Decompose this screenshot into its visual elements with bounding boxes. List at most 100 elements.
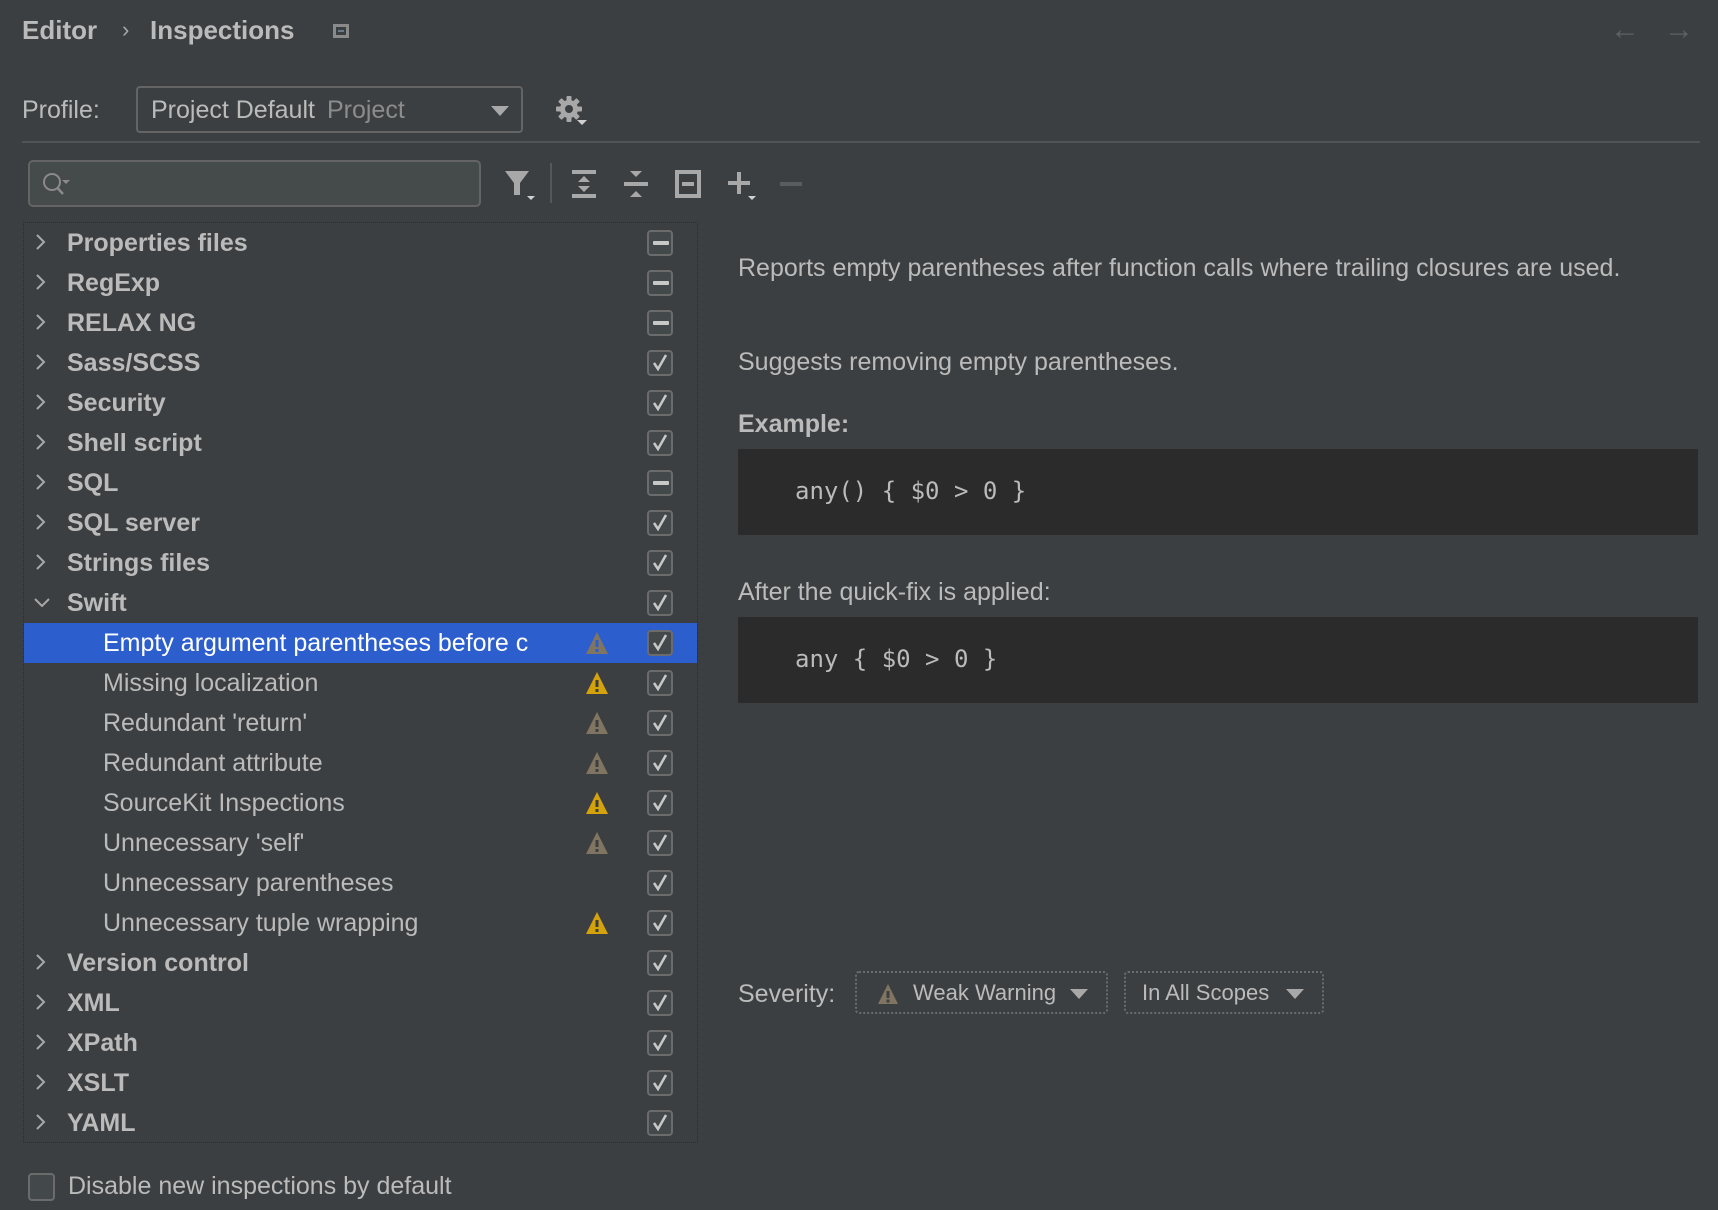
tree-group-row[interactable]: Security [24, 383, 697, 423]
chevron-right-icon[interactable] [32, 1031, 50, 1053]
tree-group-row[interactable]: SQL server [24, 503, 697, 543]
chevron-down-icon[interactable] [32, 591, 50, 613]
weak-warning-icon [585, 711, 609, 735]
inspection-checkbox[interactable] [647, 830, 673, 856]
severity-dropdown[interactable]: Weak Warning [855, 971, 1108, 1014]
inspection-checkbox[interactable] [647, 1110, 673, 1136]
back-arrow-icon[interactable]: ← [1610, 14, 1640, 46]
chevron-right-icon[interactable] [32, 471, 50, 493]
chevron-right-icon[interactable] [32, 1111, 50, 1133]
tree-inspection-row[interactable]: Redundant attribute [24, 743, 697, 783]
chevron-right-icon[interactable] [32, 351, 50, 373]
severity-value: Weak Warning [913, 980, 1057, 1005]
search-field[interactable] [28, 160, 481, 207]
tree-inspection-row[interactable]: Unnecessary 'self' [24, 823, 697, 863]
inspection-checkbox[interactable] [647, 350, 673, 376]
inspection-checkbox[interactable] [647, 750, 673, 776]
tree-inspection-row[interactable]: Unnecessary tuple wrapping [24, 903, 697, 943]
window-icon[interactable] [333, 24, 349, 38]
tree-inspection-row[interactable]: SourceKit Inspections [24, 783, 697, 823]
search-input[interactable] [82, 168, 472, 200]
breadcrumb-editor[interactable]: Editor [22, 12, 97, 48]
chevron-right-icon[interactable] [32, 311, 50, 333]
search-icon[interactable] [40, 171, 74, 199]
tree-inspection-row[interactable]: Missing localization [24, 663, 697, 703]
tree-row-label: XSLT [67, 1069, 130, 1097]
chevron-right-icon[interactable] [32, 511, 50, 533]
inspection-checkbox[interactable] [647, 470, 673, 496]
tree-inspection-row[interactable]: Redundant 'return' [24, 703, 697, 743]
scope-dropdown[interactable]: In All Scopes [1124, 971, 1324, 1014]
tree-group-row[interactable]: SQL [24, 463, 697, 503]
tree-inspection-row[interactable]: Unnecessary parentheses [24, 863, 697, 903]
collapse-all-icon[interactable] [620, 168, 652, 200]
chevron-down-icon [1286, 989, 1304, 999]
tree-group-row[interactable]: YAML [24, 1103, 697, 1143]
tree-group-row[interactable]: Shell script [24, 423, 697, 463]
inspection-checkbox[interactable] [647, 630, 673, 656]
tree-row-label: Security [67, 389, 166, 417]
tree-group-row[interactable]: Swift [24, 583, 697, 623]
tree-group-row[interactable]: Version control [24, 943, 697, 983]
chevron-right-icon[interactable] [32, 951, 50, 973]
inspection-checkbox[interactable] [647, 310, 673, 336]
tree-group-row[interactable]: XML [24, 983, 697, 1023]
tree-group-row[interactable]: Sass/SCSS [24, 343, 697, 383]
chevron-right-icon[interactable] [32, 231, 50, 253]
tree-group-row[interactable]: XSLT [24, 1063, 697, 1103]
filter-icon[interactable] [503, 168, 535, 200]
disable-new-inspections-label: Disable new inspections by default [68, 1172, 452, 1200]
inspection-checkbox[interactable] [647, 1030, 673, 1056]
inspection-checkbox[interactable] [647, 230, 673, 256]
tree-group-row[interactable]: RELAX NG [24, 303, 697, 343]
tree-row-label: Strings files [67, 549, 211, 577]
chevron-right-icon[interactable] [32, 271, 50, 293]
chevron-right-icon[interactable] [32, 431, 50, 453]
inspection-checkbox[interactable] [647, 950, 673, 976]
inspection-checkbox[interactable] [647, 550, 673, 576]
expand-all-icon[interactable] [568, 168, 600, 200]
inspection-checkbox[interactable] [647, 990, 673, 1016]
tree-row-label: SQL server [67, 509, 200, 537]
gear-icon[interactable] [555, 95, 587, 125]
tree-row-label: RegExp [67, 269, 161, 297]
tree-row-label: Shell script [67, 429, 202, 457]
remove-icon [776, 168, 808, 200]
inspection-checkbox[interactable] [647, 430, 673, 456]
reset-to-default-icon[interactable] [672, 168, 704, 200]
tree-group-row[interactable]: XPath [24, 1023, 697, 1063]
tree-row-label: Sass/SCSS [67, 349, 201, 377]
inspection-checkbox[interactable] [647, 670, 673, 696]
breadcrumb-inspections: Inspections [150, 15, 295, 45]
tree-group-row[interactable]: Strings files [24, 543, 697, 583]
inspection-checkbox[interactable] [647, 390, 673, 416]
chevron-right-icon[interactable] [32, 391, 50, 413]
inspection-checkbox[interactable] [647, 1070, 673, 1096]
profile-dropdown[interactable]: Project Default Project [136, 86, 523, 133]
inspection-checkbox[interactable] [647, 910, 673, 936]
inspection-checkbox[interactable] [647, 790, 673, 816]
inspection-checkbox[interactable] [647, 510, 673, 536]
chevron-down-icon [1070, 989, 1088, 999]
inspection-checkbox[interactable] [647, 270, 673, 296]
checkbox[interactable] [28, 1173, 55, 1201]
tree-inspection-row[interactable]: Empty argument parentheses before c [24, 623, 697, 663]
add-icon[interactable] [726, 168, 758, 200]
tree-row-label: Unnecessary 'self' [103, 829, 305, 857]
tree-group-row[interactable]: Properties files [24, 223, 697, 263]
inspection-checkbox[interactable] [647, 710, 673, 736]
inspections-tree[interactable]: Properties files RegExp RELAX NG Sass/SCSS S… [23, 222, 698, 1143]
inspection-checkbox[interactable] [647, 870, 673, 896]
after-code-block: any { $0 > 0 } [738, 617, 1698, 703]
description-suggestion: Suggests removing empty parentheses. [738, 348, 1179, 376]
chevron-right-icon[interactable] [32, 991, 50, 1013]
chevron-right-icon[interactable] [32, 551, 50, 573]
weak-warning-icon [585, 831, 609, 855]
profile-label: Profile: [22, 96, 100, 124]
tree-row-label: Version control [67, 949, 249, 977]
chevron-right-icon[interactable] [32, 1071, 50, 1093]
tree-group-row[interactable]: RegExp [24, 263, 697, 303]
tree-row-label: Unnecessary tuple wrapping [103, 909, 419, 937]
inspection-checkbox[interactable] [647, 590, 673, 616]
forward-arrow-icon[interactable]: → [1664, 14, 1694, 46]
